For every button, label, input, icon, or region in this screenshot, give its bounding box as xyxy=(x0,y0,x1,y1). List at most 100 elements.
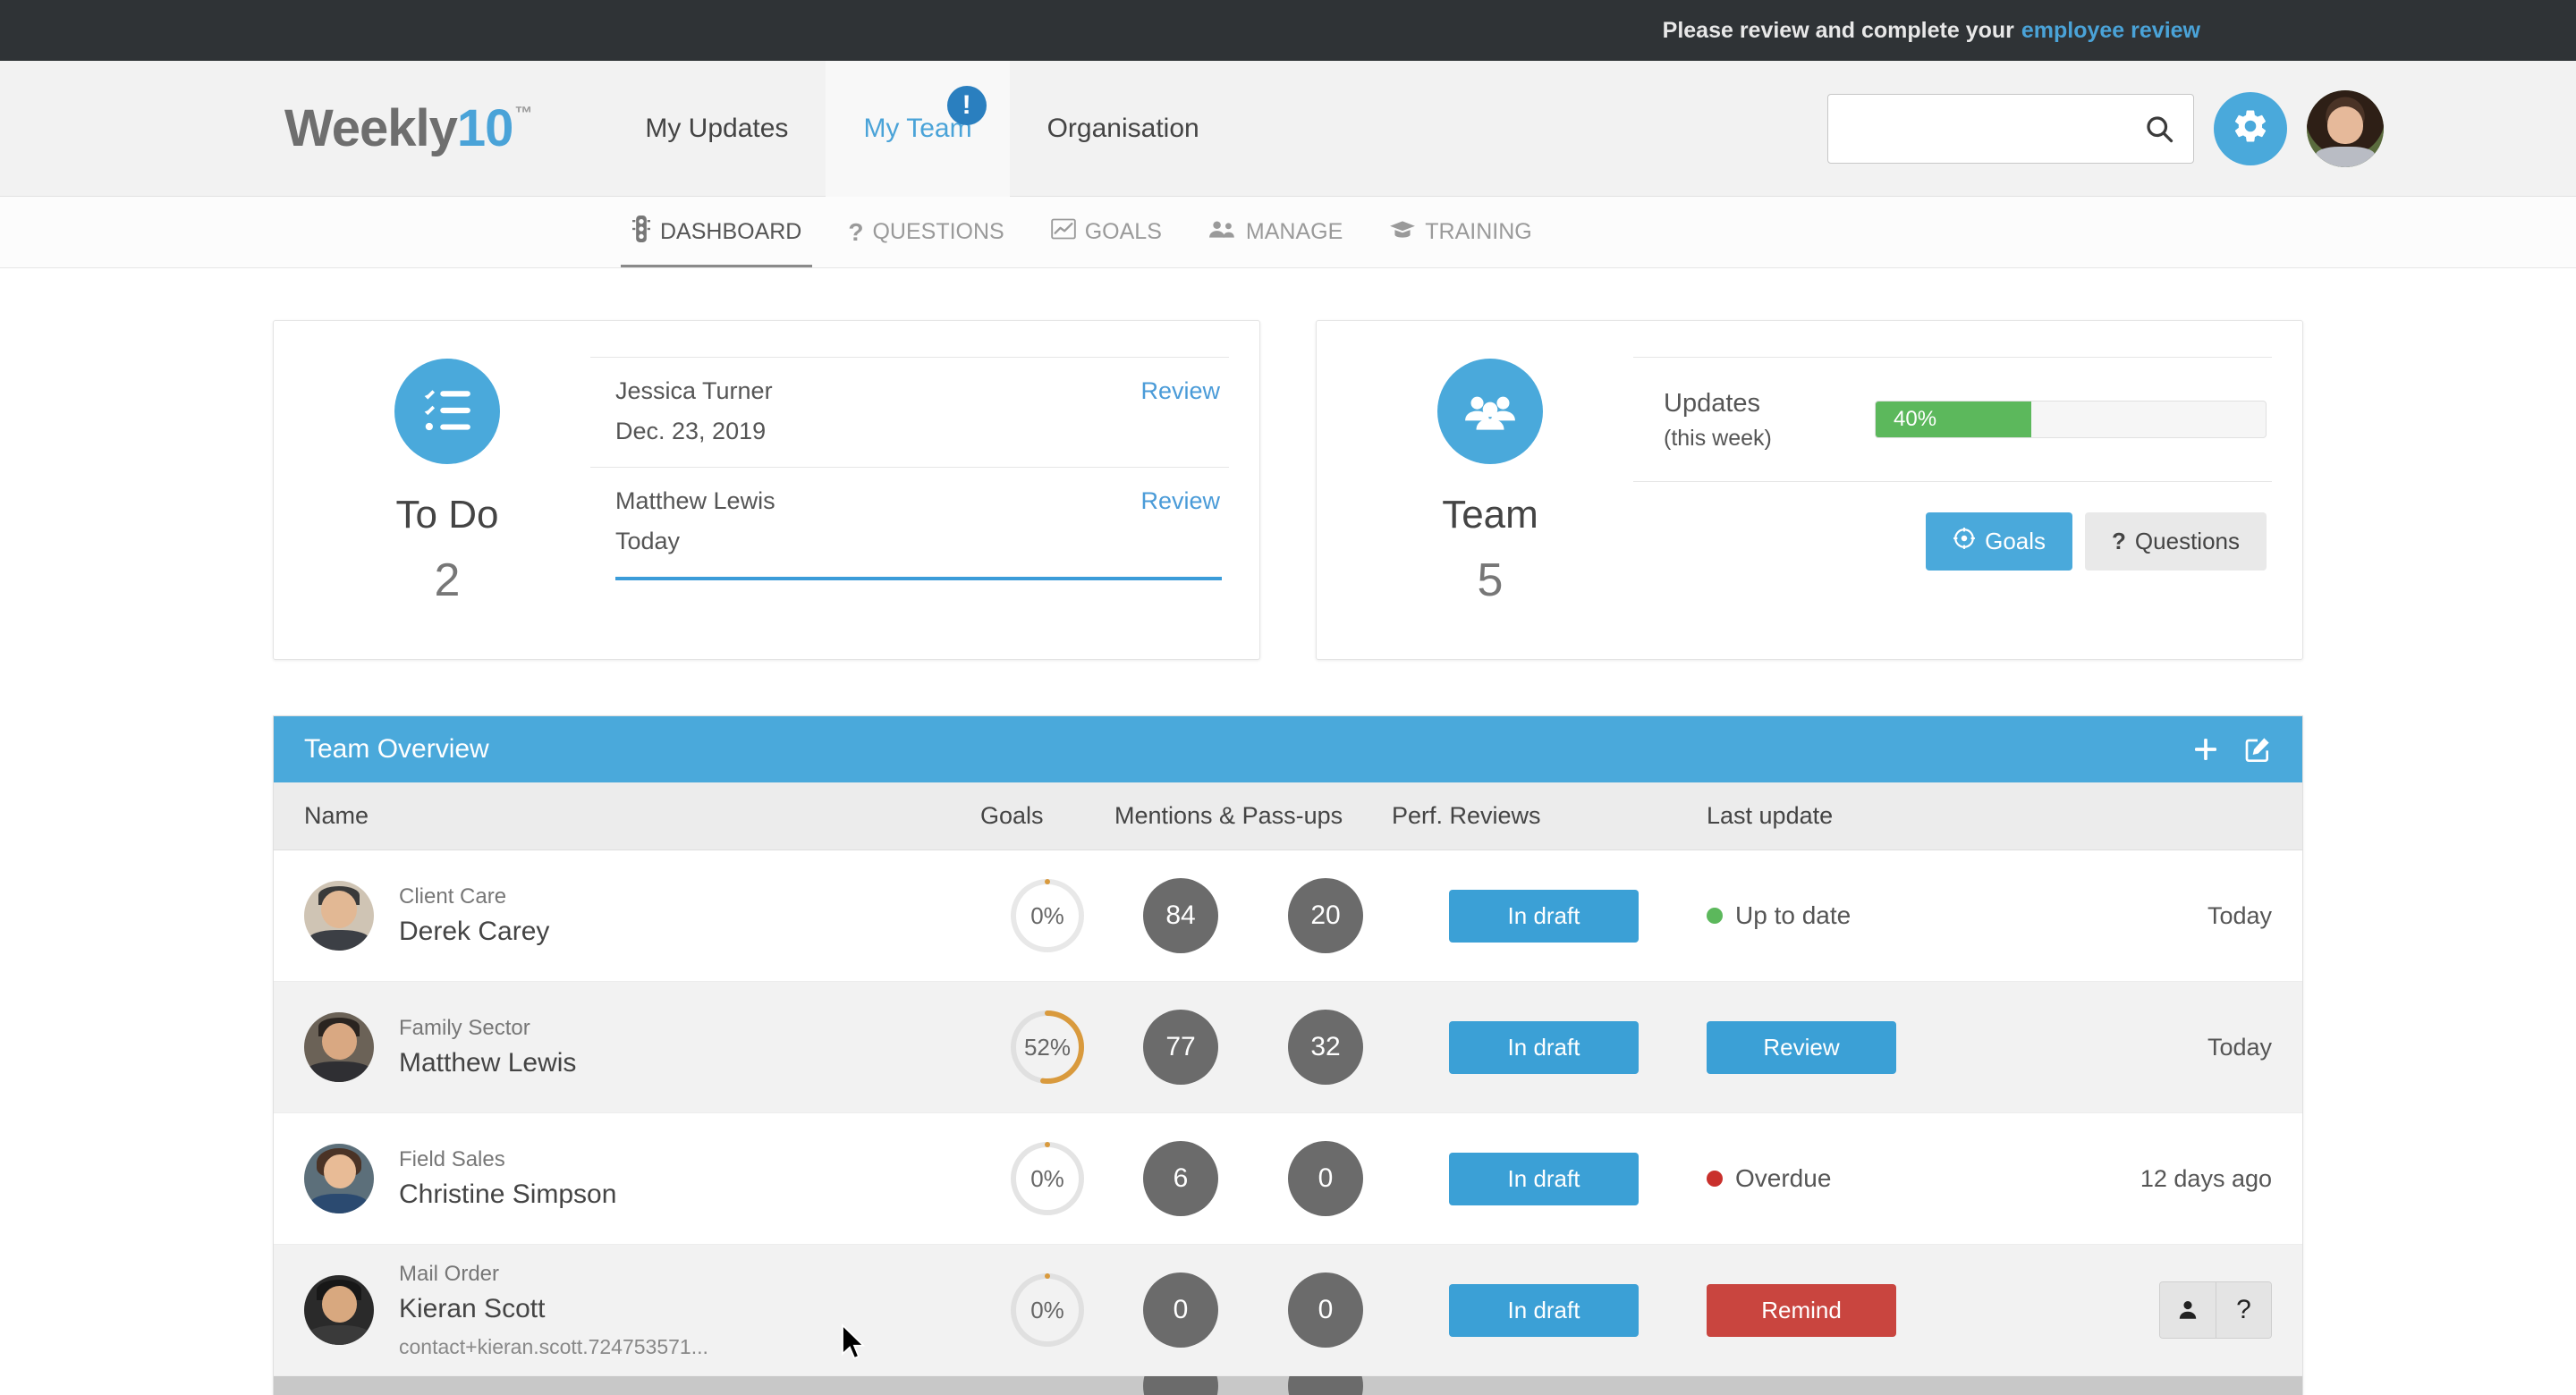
review-button[interactable]: Review xyxy=(1707,1020,1896,1074)
row-timestamp: Today xyxy=(2207,1033,2272,1061)
mentions-badge: 84 xyxy=(1143,878,1218,953)
search-input[interactable] xyxy=(1844,94,2177,163)
row-name-cell: Client Care Derek Carey xyxy=(274,881,980,951)
traffic-light-icon xyxy=(631,216,651,249)
goals-progress-ring: 0% xyxy=(1009,1272,1086,1348)
column-header-mentions: Mentions & Pass-ups xyxy=(1114,802,1343,829)
app-logo[interactable]: Weekly 10 ™ xyxy=(284,98,532,158)
row-goals-cell: 52% xyxy=(980,1009,1114,1086)
row-mentions-cell: 77 32 xyxy=(1114,1010,1392,1085)
nav-tab-organisation[interactable]: Organisation xyxy=(1010,61,1237,197)
nav-tab-my-team[interactable]: My Team ! xyxy=(826,60,1010,197)
alert-bar: Please review and complete your employee… xyxy=(0,0,2576,61)
checklist-icon xyxy=(394,359,500,464)
alert-message: Please review and complete your xyxy=(1662,17,2014,43)
updates-label: Updates xyxy=(1664,389,1761,418)
status-dot-icon xyxy=(1707,908,1723,924)
table-row[interactable]: Family Sector Matthew Lewis 52% 77 32 In… xyxy=(274,982,2302,1113)
chart-line-icon xyxy=(1050,218,1076,246)
subnav-item-manage[interactable]: MANAGE xyxy=(1185,197,1366,267)
goals-percent-label: 0% xyxy=(1030,1296,1064,1323)
subnav-item-dashboard[interactable]: DASHBOARD xyxy=(608,197,825,267)
table-header-row: Name Goals Mentions & Pass-ups Perf. Rev… xyxy=(274,782,2302,850)
table-row[interactable] xyxy=(274,1376,2302,1395)
updates-label-block: Updates (this week) xyxy=(1664,385,1843,454)
row-actions-cell: ? xyxy=(2043,1281,2302,1339)
remind-button[interactable]: Remind xyxy=(1707,1283,1896,1337)
todo-card-title: To Do xyxy=(395,493,499,537)
perf-review-status-button[interactable]: In draft xyxy=(1449,1020,1639,1074)
person-icon[interactable] xyxy=(2160,1282,2216,1338)
settings-button[interactable] xyxy=(2214,91,2287,165)
question-mark-icon: ? xyxy=(848,217,864,246)
todo-card: To Do 2 Jessica Turner Dec. 23, 2019 Rev… xyxy=(273,320,1260,660)
row-name-cell: Mail Order Kieran Scott contact+kieran.s… xyxy=(274,1262,980,1359)
row-person-name: Christine Simpson xyxy=(399,1179,617,1209)
todo-card-accent-rule xyxy=(615,577,1222,580)
edit-icon[interactable] xyxy=(2243,735,2272,764)
nav-tab-label: My Updates xyxy=(645,113,789,143)
plus-icon[interactable] xyxy=(2191,735,2220,764)
row-perf-cell: In draft xyxy=(1392,1283,1696,1337)
goals-percent-label: 0% xyxy=(1030,901,1064,929)
row-action-buttons: ? xyxy=(2159,1281,2272,1339)
graduation-cap-icon xyxy=(1389,219,1416,245)
mentions-badge: 6 xyxy=(1143,1141,1218,1216)
mentions-badge xyxy=(1143,1376,1218,1395)
todo-card-summary: To Do 2 xyxy=(304,344,590,636)
todo-list-item[interactable]: Jessica Turner Dec. 23, 2019 Review xyxy=(590,357,1229,467)
perf-review-status-button[interactable]: In draft xyxy=(1449,889,1639,943)
column-header-perf-reviews: Perf. Reviews xyxy=(1392,802,1541,829)
table-row[interactable]: Mail Order Kieran Scott contact+kieran.s… xyxy=(274,1245,2302,1376)
updates-progress-bar: 40% xyxy=(1875,401,2267,439)
perf-review-status-button[interactable]: In draft xyxy=(1449,1283,1639,1337)
row-mentions-cell: 84 20 xyxy=(1114,878,1392,953)
mentions-badge: 0 xyxy=(1143,1272,1218,1348)
todo-item-review-link[interactable]: Review xyxy=(1140,377,1220,405)
search-box[interactable] xyxy=(1827,93,2194,164)
todo-list-item[interactable]: Matthew Lewis Today Review xyxy=(590,467,1229,577)
row-department: Field Sales xyxy=(399,1147,505,1171)
subnav-item-goals[interactable]: GOALS xyxy=(1028,197,1185,267)
passups-badge: 0 xyxy=(1288,1141,1363,1216)
team-overview-header: Team Overview xyxy=(274,716,2302,782)
user-avatar[interactable] xyxy=(2307,89,2384,167)
row-mentions-cell: 0 0 xyxy=(1114,1272,1392,1348)
goals-progress-ring: 0% xyxy=(1009,1140,1086,1217)
subnav-item-questions[interactable]: ? QUESTIONS xyxy=(825,197,1027,267)
subnav-label: GOALS xyxy=(1084,219,1162,244)
search-icon[interactable] xyxy=(2143,113,2175,145)
nav-tab-label: Organisation xyxy=(1046,113,1199,143)
row-email: contact+kieran.scott.724753571... xyxy=(399,1334,708,1358)
subnav-label: DASHBOARD xyxy=(660,219,802,244)
question-mark-icon[interactable]: ? xyxy=(2216,1282,2271,1338)
row-last-update-cell: Remind xyxy=(1696,1283,2043,1337)
table-row[interactable]: Field Sales Christine Simpson 0% 6 0 In xyxy=(274,1113,2302,1245)
status-label: Up to date xyxy=(1735,901,1852,929)
logo-primary-text: Weekly xyxy=(284,99,458,157)
header-right-controls xyxy=(1827,89,2384,167)
questions-button-label: Questions xyxy=(2134,528,2240,555)
subnav-label: QUESTIONS xyxy=(872,219,1004,244)
updates-sublabel: (this week) xyxy=(1664,426,1772,452)
avatar xyxy=(304,1144,374,1213)
subnav-label: MANAGE xyxy=(1245,219,1343,244)
goals-button[interactable]: Goals xyxy=(1926,512,2073,571)
todo-item-review-link[interactable]: Review xyxy=(1140,487,1220,515)
row-last-update-cell: Review xyxy=(1696,1020,2043,1074)
row-last-update-cell: Overdue xyxy=(1696,1164,2043,1193)
team-card-body: Updates (this week) 40% Goals ? Question… xyxy=(1633,344,2272,636)
goals-percent-label: 0% xyxy=(1030,1164,1064,1192)
team-overview-panel: Team Overview Name Goals Mentions & Pass… xyxy=(273,715,2303,1395)
table-row[interactable]: Client Care Derek Carey 0% 84 20 In draf… xyxy=(274,850,2302,982)
column-header-goals: Goals xyxy=(980,802,1044,829)
perf-review-status-button[interactable]: In draft xyxy=(1449,1152,1639,1205)
row-person-name: Kieran Scott xyxy=(399,1293,546,1323)
subnav-item-training[interactable]: TRAINING xyxy=(1366,197,1555,267)
summary-cards: To Do 2 Jessica Turner Dec. 23, 2019 Rev… xyxy=(0,320,2576,660)
passups-badge: 32 xyxy=(1288,1010,1363,1085)
questions-button[interactable]: ? Questions xyxy=(2085,512,2267,571)
team-card: Team 5 Updates (this week) 40% Goals ? Q… xyxy=(1316,320,2303,660)
employee-review-link[interactable]: employee review xyxy=(2021,18,2200,44)
nav-tab-my-updates[interactable]: My Updates xyxy=(607,61,826,197)
